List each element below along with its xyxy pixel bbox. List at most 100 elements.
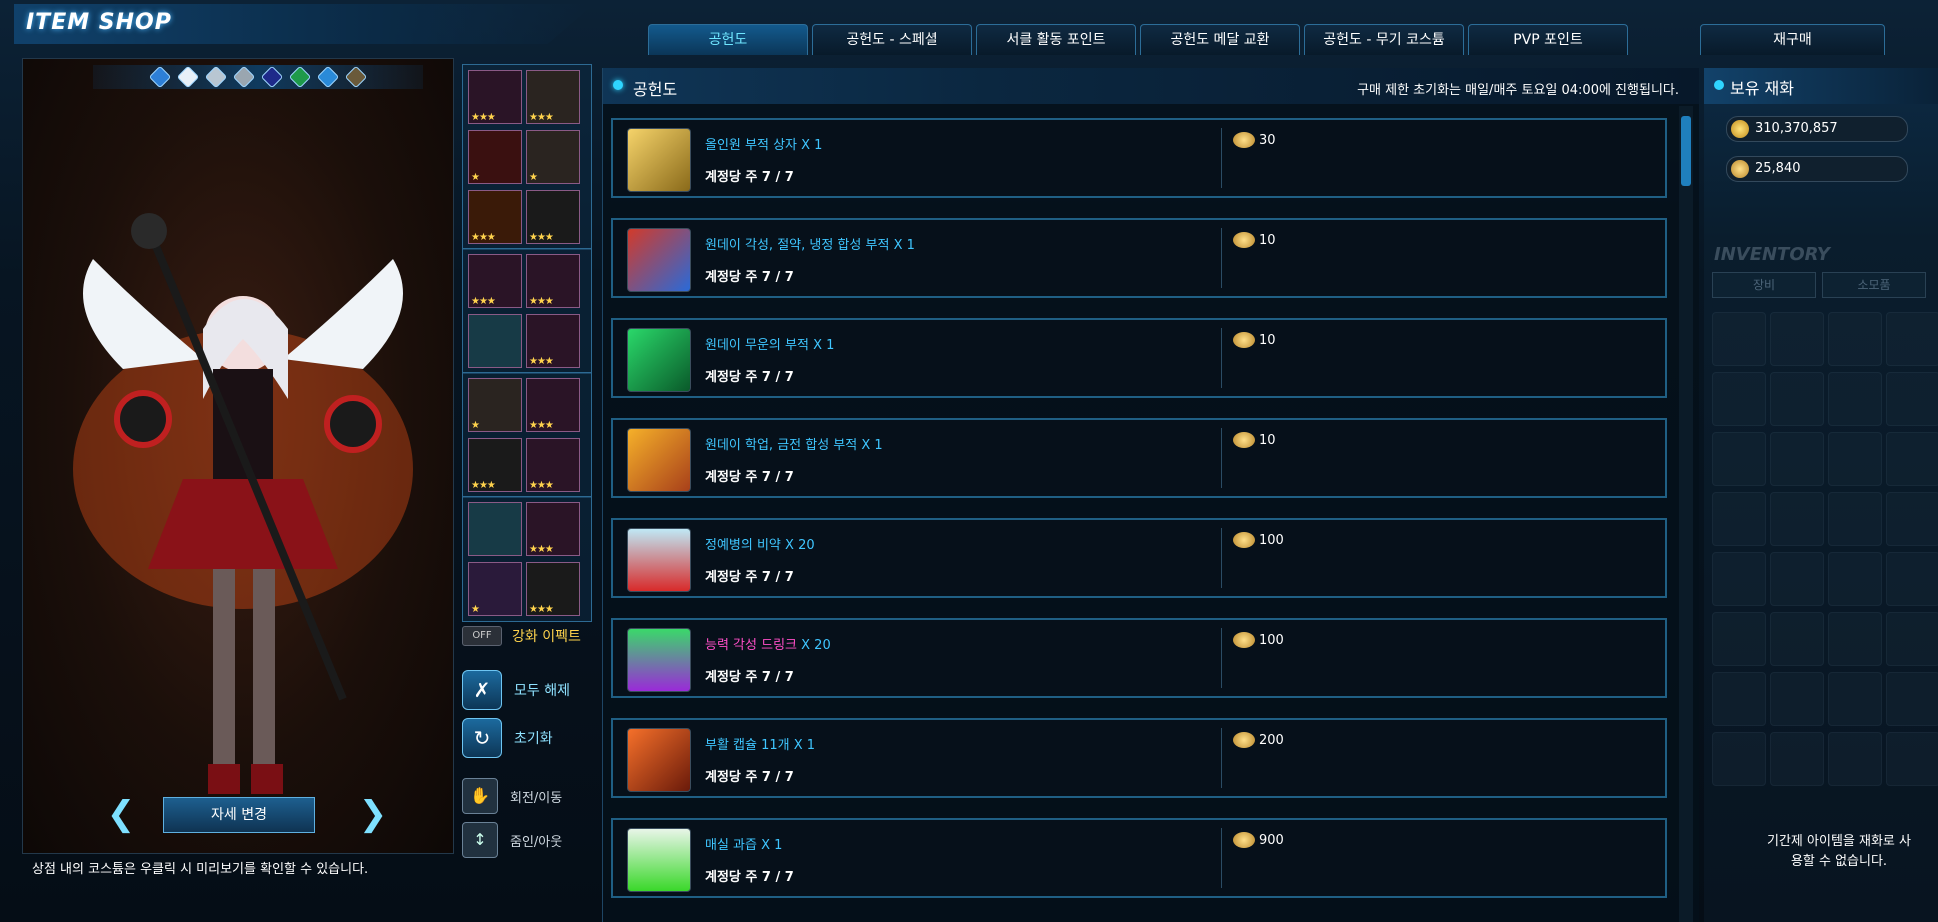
- enhance-effect-toggle[interactable]: OFF 강화 이펙트: [462, 626, 581, 646]
- rotate-move-control[interactable]: ✋ 회전/이동: [462, 778, 562, 814]
- equip-slot[interactable]: ★★★: [468, 438, 522, 492]
- inventory-cell: [1886, 372, 1938, 426]
- equip-slot[interactable]: ★: [468, 378, 522, 432]
- equip-slot[interactable]: ★★★: [526, 378, 580, 432]
- currency-dot-icon: [1714, 80, 1724, 90]
- reset-icon[interactable]: ↻: [462, 718, 502, 758]
- equip-slot[interactable]: [468, 502, 522, 556]
- currency-panel: 보유 재화 310,370,857 25,840 INVENTORY 장비 소모…: [1704, 68, 1938, 922]
- row-divider: [1221, 128, 1222, 188]
- prev-arrow-icon[interactable]: ❮: [101, 795, 141, 833]
- list-item[interactable]: 능력 각성 드링크 X 20 계정당 주 7 / 7 100: [611, 618, 1667, 698]
- list-item[interactable]: 부활 캡슐 11개 X 1 계정당 주 7 / 7 200: [611, 718, 1667, 798]
- inventory-cell: [1770, 612, 1824, 666]
- equip-slot[interactable]: ★★★: [468, 190, 522, 244]
- equip-slot[interactable]: ★★★: [468, 254, 522, 308]
- next-arrow-icon[interactable]: ❯: [353, 795, 393, 833]
- equip-slot[interactable]: ★: [468, 130, 522, 184]
- scrollbar-thumb[interactable]: [1681, 116, 1691, 186]
- character-model[interactable]: [63, 139, 423, 819]
- zoom-label: 줌인/아웃: [510, 834, 563, 850]
- reset-notice: 구매 제한 초기화는 매일/매주 토요일 04:00에 진행됩니다.: [1357, 83, 1679, 98]
- equip-slot[interactable]: ★★★: [468, 70, 522, 124]
- inventory-cell: [1828, 432, 1882, 486]
- inventory-cell: [1828, 732, 1882, 786]
- medal-balance: 25,840: [1726, 156, 1908, 182]
- item-price: 10: [1233, 332, 1276, 348]
- grade-gem-icon: [316, 65, 340, 89]
- medal-icon: [1233, 832, 1255, 848]
- list-item[interactable]: 원데이 무운의 부적 X 1 계정당 주 7 / 7 10: [611, 318, 1667, 398]
- tab-contribution[interactable]: 공헌도: [648, 24, 808, 55]
- list-item[interactable]: 원데이 학업, 금전 합성 부적 X 1 계정당 주 7 / 7 10: [611, 418, 1667, 498]
- equip-slot[interactable]: ★★★: [526, 254, 580, 308]
- item-limit: 계정당 주 7 / 7: [705, 670, 794, 685]
- item-price: 10: [1233, 432, 1276, 448]
- grade-gem-icon: [232, 65, 256, 89]
- equip-slot[interactable]: ★★★: [526, 562, 580, 616]
- medal-icon: [1233, 232, 1255, 248]
- inventory-cell: [1886, 552, 1938, 606]
- list-item[interactable]: 원데이 각성, 절약, 냉정 합성 부적 X 1 계정당 주 7 / 7 10: [611, 218, 1667, 298]
- tab-equipment[interactable]: 장비: [1712, 272, 1816, 298]
- tab-rebuy[interactable]: 재구매: [1700, 24, 1885, 55]
- tab-consumables[interactable]: 소모품: [1822, 272, 1926, 298]
- list-item[interactable]: 올인원 부적 상자 X 1 계정당 주 7 / 7 30: [611, 118, 1667, 198]
- tab-contribution-special[interactable]: 공헌도 - 스페셜: [812, 24, 972, 55]
- item-limit: 계정당 주 7 / 7: [705, 770, 794, 785]
- bottle-icon: [627, 828, 691, 892]
- equip-slot[interactable]: ★★★: [526, 502, 580, 556]
- gold-coin-icon: [1731, 120, 1749, 138]
- equip-slot[interactable]: ★★★: [526, 190, 580, 244]
- item-price: 100: [1233, 632, 1284, 648]
- equipment-slot-group-4: ★★★ ★ ★★★: [462, 496, 592, 622]
- shop-title: ITEM SHOP: [26, 10, 172, 35]
- equip-slot[interactable]: [468, 314, 522, 368]
- unequip-all-button[interactable]: ✗ 모두 해제: [462, 670, 570, 710]
- potion-icon: [627, 528, 691, 592]
- equip-slot[interactable]: ★: [526, 130, 580, 184]
- inventory-cell: [1828, 492, 1882, 546]
- gold-balance: 310,370,857: [1726, 116, 1908, 142]
- tab-weapon-costume[interactable]: 공헌도 - 무기 코스튬: [1304, 24, 1464, 55]
- mouse-wheel-icon: ↕: [462, 822, 498, 858]
- tab-circle-points[interactable]: 서클 활동 포인트: [976, 24, 1136, 55]
- equip-slot[interactable]: ★★★: [526, 314, 580, 368]
- pose-change-button[interactable]: 자세 변경: [163, 797, 315, 833]
- inventory-cell: [1886, 492, 1938, 546]
- list-item[interactable]: 정예병의 비약 X 20 계정당 주 7 / 7 100: [611, 518, 1667, 598]
- preview-note: 상점 내의 코스튬은 우클릭 시 미리보기를 확인할 수 있습니다.: [32, 862, 369, 877]
- currency-header: 보유 재화: [1704, 68, 1938, 104]
- grade-gem-icon: [176, 65, 200, 89]
- currency-title: 보유 재화: [1730, 79, 1794, 98]
- tab-medal-exchange[interactable]: 공헌도 메달 교환: [1140, 24, 1300, 55]
- inventory-cell: [1886, 612, 1938, 666]
- inventory-cell: [1712, 672, 1766, 726]
- item-name: 정예병의 비약 X 20: [705, 538, 815, 553]
- drink-icon: [627, 628, 691, 692]
- toggle-switch[interactable]: OFF: [462, 626, 502, 646]
- equipment-slot-group-2: ★★★ ★★★ ★★★: [462, 248, 592, 374]
- item-price: 100: [1233, 532, 1284, 548]
- mouse-left-icon: ✋: [462, 778, 498, 814]
- equip-slot[interactable]: ★★★: [526, 70, 580, 124]
- zoom-control[interactable]: ↕ 줌인/아웃: [462, 822, 562, 858]
- inventory-cell: [1828, 552, 1882, 606]
- item-list-scrollbar[interactable]: [1679, 106, 1693, 922]
- charm-icon: [627, 228, 691, 292]
- character-preview[interactable]: ❮ 자세 변경 ❯: [22, 58, 454, 854]
- unequip-icon[interactable]: ✗: [462, 670, 502, 710]
- item-limit: 계정당 주 7 / 7: [705, 470, 794, 485]
- inventory-cell: [1770, 672, 1824, 726]
- equip-slot[interactable]: ★: [468, 562, 522, 616]
- list-item[interactable]: 매실 과즙 X 1 계정당 주 7 / 7 900: [611, 818, 1667, 898]
- medal-icon: [1233, 532, 1255, 548]
- tab-pvp-points[interactable]: PVP 포인트: [1468, 24, 1628, 55]
- inventory-cell: [1770, 432, 1824, 486]
- equip-slot[interactable]: ★★★: [526, 438, 580, 492]
- inventory-grid: [1712, 312, 1938, 786]
- inventory-cell: [1828, 312, 1882, 366]
- reset-button[interactable]: ↻ 초기화: [462, 718, 553, 758]
- medal-icon: [1233, 732, 1255, 748]
- medal-icon: [1233, 132, 1255, 148]
